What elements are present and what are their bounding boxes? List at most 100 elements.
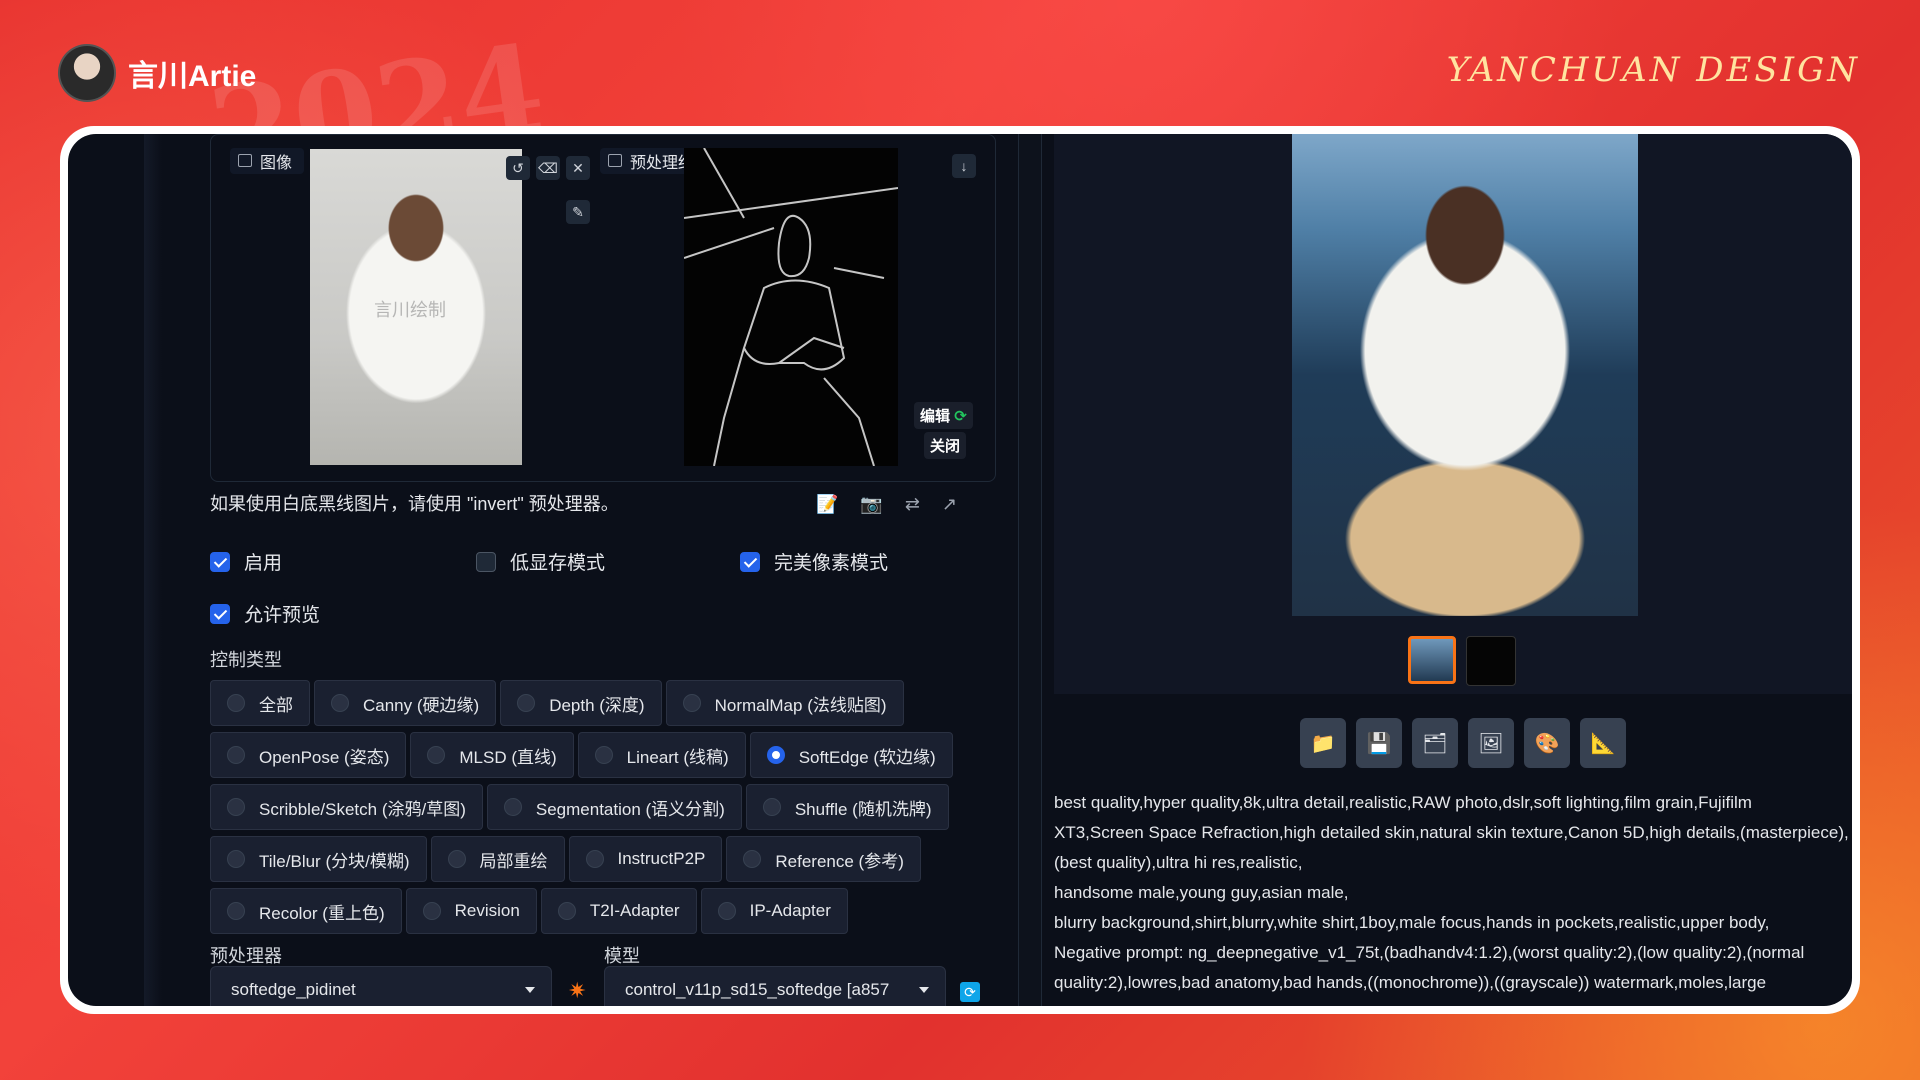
edit-button[interactable]: 编辑 ⟳ (914, 402, 973, 429)
document-icon[interactable]: 📝 (816, 494, 838, 515)
radio-dot[interactable] (558, 902, 576, 920)
avatar (58, 44, 116, 102)
output-actions: 📁 💾 🗂 🖼 🎨 📐 (1300, 718, 1626, 768)
image-watermark: 言川绘制 (374, 296, 446, 322)
folder-icon[interactable]: 📁 (1300, 718, 1346, 768)
close-icon[interactable]: ✕ (566, 156, 590, 180)
radio-label: Segmentation (语义分割) (536, 795, 725, 820)
eraser-icon[interactable]: ⌫ (536, 156, 560, 180)
radio-option[interactable]: IP-Adapter (701, 888, 848, 934)
radio-dot[interactable] (718, 902, 736, 920)
gallery-thumb[interactable] (1466, 636, 1516, 686)
checkbox-allow-preview[interactable]: 允许预览 (210, 600, 320, 627)
close-button[interactable]: 关闭 (924, 432, 966, 459)
edit-label: 编辑 (920, 408, 950, 425)
radio-label: InstructP2P (618, 849, 706, 869)
model-label: 模型 (604, 942, 640, 968)
run-preprocessor-icon[interactable]: ✷ (568, 978, 586, 1004)
radio-option[interactable]: Shuffle (随机洗牌) (746, 784, 949, 830)
checkbox-box[interactable] (210, 552, 230, 572)
radio-option[interactable]: OpenPose (姿态) (210, 732, 406, 778)
radio-dot[interactable] (595, 746, 613, 764)
brand-right-logo: YANCHUAN DESIGN (1447, 50, 1860, 90)
radio-option[interactable]: Reference (参考) (726, 836, 920, 882)
radio-option[interactable]: Recolor (重上色) (210, 888, 402, 934)
radio-option[interactable]: 局部重绘 (431, 836, 565, 882)
send-to-inpaint-icon[interactable]: 🎨 (1524, 718, 1570, 768)
radio-dot[interactable] (227, 850, 245, 868)
radio-dot[interactable] (517, 694, 535, 712)
control-type-radio-group: 全部 Canny (硬边缘) Depth (深度) NormalMap (法线贴… (210, 680, 980, 940)
output-image[interactable] (1292, 134, 1638, 616)
download-icon[interactable]: ↓ (952, 154, 976, 178)
radio-option[interactable]: Depth (深度) (500, 680, 661, 726)
save-icon[interactable]: 💾 (1356, 718, 1402, 768)
brand-name: 言川Artie (128, 51, 256, 95)
radio-option[interactable]: InstructP2P (569, 836, 723, 882)
radio-row: Scribble/Sketch (涂鸦/草图) Segmentation (语义… (210, 784, 980, 830)
edit-icon: ⟳ (954, 408, 967, 425)
radio-dot[interactable] (227, 694, 245, 712)
radio-dot[interactable] (227, 798, 245, 816)
radio-option-selected[interactable]: SoftEdge (软边缘) (750, 732, 953, 778)
radio-label: Lineart (线稿) (627, 743, 729, 768)
control-type-label: 控制类型 (210, 646, 282, 672)
radio-dot-selected[interactable] (767, 746, 785, 764)
swap-icon[interactable]: ⇄ (905, 494, 920, 515)
checkbox-box[interactable] (210, 604, 230, 624)
radio-label: SoftEdge (软边缘) (799, 743, 936, 768)
radio-dot[interactable] (683, 694, 701, 712)
radio-label: Depth (深度) (549, 691, 644, 716)
radio-label: MLSD (直线) (459, 743, 556, 768)
radio-option[interactable]: MLSD (直线) (410, 732, 573, 778)
radio-dot[interactable] (427, 746, 445, 764)
radio-option[interactable]: Tile/Blur (分块/模糊) (210, 836, 427, 882)
preprocessor-value: softedge_pidinet (231, 980, 356, 1000)
checkbox-box[interactable] (740, 552, 760, 572)
radio-label: Revision (455, 901, 520, 921)
undo-icon[interactable]: ↺ (506, 156, 530, 180)
radio-option[interactable]: Scribble/Sketch (涂鸦/草图) (210, 784, 483, 830)
send-to-extras-icon[interactable]: 📐 (1580, 718, 1626, 768)
model-select[interactable]: control_v11p_sd15_softedge [a857 (604, 966, 946, 1006)
radio-label: IP-Adapter (750, 901, 831, 921)
radio-dot[interactable] (227, 902, 245, 920)
image-tools: 📝 📷 ⇄ ↗ (816, 494, 957, 515)
preprocessor-select[interactable]: softedge_pidinet (210, 966, 552, 1006)
radio-option[interactable]: T2I-Adapter (541, 888, 697, 934)
radio-option[interactable]: Canny (硬边缘) (314, 680, 496, 726)
checkbox-low-vram[interactable]: 低显存模式 (476, 548, 605, 575)
gallery-thumb-selected[interactable] (1408, 636, 1456, 684)
send-icon[interactable]: ↗ (942, 494, 957, 515)
checkbox-label: 启用 (244, 548, 282, 575)
radio-dot[interactable] (743, 850, 761, 868)
radio-dot[interactable] (448, 850, 466, 868)
radio-dot[interactable] (763, 798, 781, 816)
radio-row: Tile/Blur (分块/模糊) 局部重绘 InstructP2P Refer… (210, 836, 980, 882)
preprocessor-label: 预处理器 (210, 942, 282, 968)
image-icon (238, 154, 252, 167)
tab-image[interactable]: 图像 (230, 148, 304, 174)
radio-dot[interactable] (331, 694, 349, 712)
softedge-lines (684, 148, 898, 466)
radio-dot[interactable] (586, 850, 604, 868)
zip-icon[interactable]: 🗂 (1412, 718, 1458, 768)
radio-dot[interactable] (423, 902, 441, 920)
radio-option[interactable]: Segmentation (语义分割) (487, 784, 742, 830)
refresh-icon[interactable]: ⟳ (960, 982, 980, 1002)
checkbox-enable[interactable]: 启用 (210, 548, 282, 575)
send-to-img2img-icon[interactable]: 🖼 (1468, 718, 1514, 768)
checkbox-pixel-perfect[interactable]: 完美像素模式 (740, 548, 888, 575)
radio-option[interactable]: NormalMap (法线贴图) (666, 680, 904, 726)
camera-icon[interactable]: 📷 (860, 494, 882, 515)
brush-icon[interactable]: ✎ (566, 200, 590, 224)
tab-image-label: 图像 (260, 149, 292, 173)
radio-label: 局部重绘 (480, 847, 548, 872)
radio-option[interactable]: Lineart (线稿) (578, 732, 746, 778)
radio-option[interactable]: 全部 (210, 680, 310, 726)
radio-dot[interactable] (227, 746, 245, 764)
radio-option[interactable]: Revision (406, 888, 537, 934)
checkbox-box[interactable] (476, 552, 496, 572)
output-panel: 📁 💾 🗂 🖼 🎨 📐 best quality,hyper quality,8… (1054, 134, 1852, 1006)
radio-dot[interactable] (504, 798, 522, 816)
